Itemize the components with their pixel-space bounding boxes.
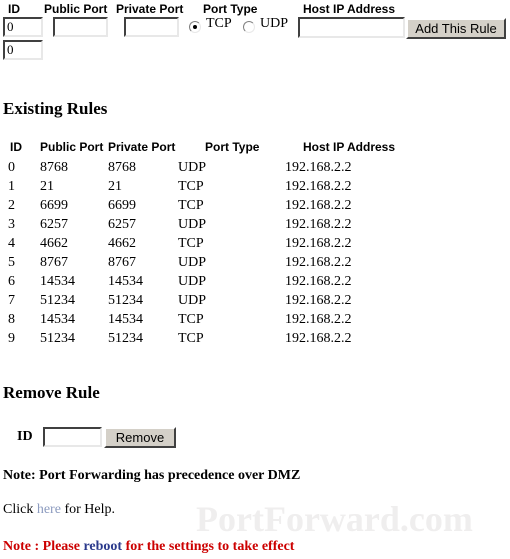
help-prefix-text: Click [3,502,37,517]
cell-port-type: TCP [178,179,204,194]
reboot-link[interactable]: reboot [83,539,122,554]
cell-host-ip: 192.168.2.2 [285,160,352,175]
add-rule-host-ip-input[interactable] [298,17,405,38]
cell-port-type: UDP [178,293,207,308]
cell-public-port: 51234 [40,331,75,346]
add-rule-id-input-2[interactable] [3,40,43,60]
cell-private-port: 21 [108,179,122,194]
col-header-host-ip: Host IP Address [303,140,396,154]
add-form-header-host-ip: Host IP Address [303,2,396,16]
cell-id: 4 [8,236,15,251]
col-header-public-port: Public Port [40,140,104,154]
add-rule-public-port-input[interactable] [53,17,108,37]
cell-id: 1 [8,179,15,194]
cell-private-port: 6699 [108,198,136,213]
cell-private-port: 8768 [108,160,136,175]
port-type-tcp-label: TCP [206,16,232,31]
cell-host-ip: 192.168.2.2 [285,217,352,232]
reboot-prefix-text: Note : Please [3,539,84,554]
cell-private-port: 8767 [108,255,136,270]
col-header-private-port: Private Port [108,140,176,154]
cell-host-ip: 192.168.2.2 [285,331,352,346]
cell-port-type: TCP [178,312,204,327]
cell-port-type: TCP [178,331,204,346]
help-suffix-text: for Help. [60,502,115,517]
add-rule-id-input-1[interactable] [3,17,43,37]
add-form-header-public-port: Public Port [44,2,108,16]
cell-id: 6 [8,274,15,289]
remove-rule-button[interactable]: Remove [104,427,176,448]
add-this-rule-button[interactable]: Add This Rule [406,18,506,39]
cell-id: 7 [8,293,15,308]
cell-host-ip: 192.168.2.2 [285,198,352,213]
cell-public-port: 14534 [40,312,75,327]
cell-public-port: 6257 [40,217,68,232]
remove-rule-title: Remove Rule [3,383,100,402]
cell-private-port: 14534 [108,312,143,327]
cell-private-port: 51234 [108,293,143,308]
port-type-udp-radio[interactable] [243,21,255,33]
cell-host-ip: 192.168.2.2 [285,274,352,289]
port-type-tcp-radio[interactable] [189,21,201,33]
add-form-header-id: ID [8,2,20,16]
col-header-port-type: Port Type [205,140,260,154]
cell-port-type: UDP [178,160,207,175]
cell-public-port: 6699 [40,198,68,213]
cell-public-port: 21 [40,179,54,194]
cell-private-port: 6257 [108,217,136,232]
cell-public-port: 4662 [40,236,68,251]
col-header-id: ID [10,140,22,154]
cell-port-type: TCP [178,198,204,213]
cell-id: 9 [8,331,15,346]
cell-port-type: UDP [178,255,207,270]
note-reboot: Note : Please reboot for the settings to… [3,539,294,555]
cell-id: 3 [8,217,15,232]
cell-host-ip: 192.168.2.2 [285,236,352,251]
cell-host-ip: 192.168.2.2 [285,179,352,194]
cell-public-port: 8768 [40,160,68,175]
cell-port-type: UDP [178,217,207,232]
cell-private-port: 51234 [108,331,143,346]
cell-private-port: 4662 [108,236,136,251]
cell-host-ip: 192.168.2.2 [285,293,352,308]
help-link[interactable]: here [37,502,61,517]
add-form-header-private-port: Private Port [116,2,184,16]
portforward-watermark: PortForward.com [196,499,473,539]
remove-rule-id-input[interactable] [43,427,102,447]
cell-private-port: 14534 [108,274,143,289]
cell-id: 0 [8,160,15,175]
cell-host-ip: 192.168.2.2 [285,312,352,327]
cell-id: 5 [8,255,15,270]
remove-rule-id-label: ID [17,429,33,444]
reboot-suffix-text: for the settings to take effect [122,539,295,554]
cell-public-port: 51234 [40,293,75,308]
cell-port-type: UDP [178,274,207,289]
note-dmz-precedence: Note: Port Forwarding has precedence ove… [3,468,301,483]
cell-public-port: 8767 [40,255,68,270]
cell-id: 8 [8,312,15,327]
cell-public-port: 14534 [40,274,75,289]
help-line: Click here for Help. [3,502,115,518]
add-rule-private-port-input[interactable] [124,17,179,37]
cell-port-type: TCP [178,236,204,251]
existing-rules-title: Existing Rules [3,99,108,118]
port-type-udp-label: UDP [260,16,289,31]
cell-id: 2 [8,198,15,213]
add-form-header-port-type: Port Type [203,2,258,16]
cell-host-ip: 192.168.2.2 [285,255,352,270]
